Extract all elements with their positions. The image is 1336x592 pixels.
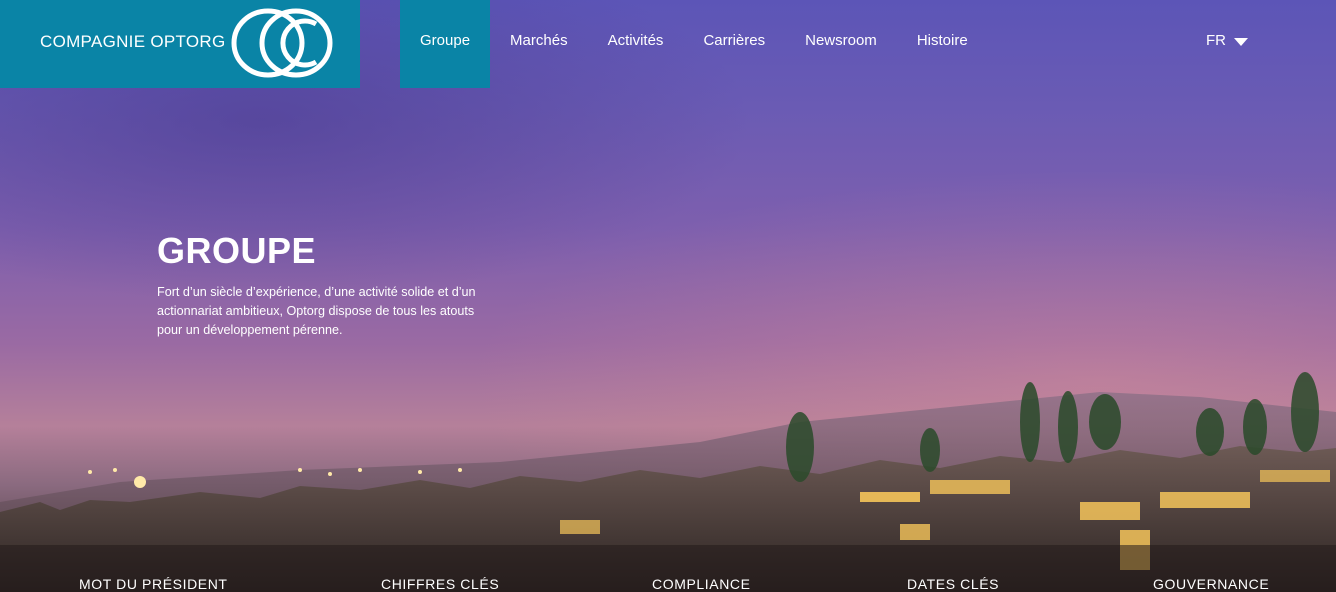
nav-item-groupe[interactable]: Groupe: [400, 0, 491, 88]
brand-name: COMPAGNIE OPTORG: [40, 32, 226, 51]
optorg-logo-icon: [231, 8, 333, 78]
subnav-item-gouvernance[interactable]: GOUVERNANCE: [1153, 576, 1269, 592]
chevron-down-icon: [1234, 37, 1248, 46]
nav-item-histoire[interactable]: Histoire: [897, 0, 988, 80]
nav-item-activites[interactable]: Activités: [588, 0, 684, 80]
page-title: GROUPE: [157, 230, 317, 271]
hero-description: Fort d’un siècle d’expérience, d’une act…: [157, 285, 476, 337]
section-subnav: MOT DU PRÉSIDENT CHIFFRES CLÉS COMPLIANC…: [0, 545, 1336, 592]
logo-block[interactable]: COMPAGNIE OPTORG: [0, 0, 360, 88]
nav-item-carrieres[interactable]: Carrières: [683, 0, 785, 80]
main-navigation: Groupe Marchés Activités Carrières Newsr…: [400, 0, 988, 88]
subnav-item-mot-du-president[interactable]: MOT DU PRÉSIDENT: [79, 576, 228, 592]
subnav-item-dates-cles[interactable]: DATES CLÉS: [907, 576, 999, 592]
language-selector[interactable]: FR: [1206, 32, 1248, 49]
nav-item-newsroom[interactable]: Newsroom: [785, 0, 897, 80]
nav-item-marches[interactable]: Marchés: [490, 0, 588, 80]
subnav-item-chiffres-cles[interactable]: CHIFFRES CLÉS: [381, 576, 499, 592]
subnav-item-compliance[interactable]: COMPLIANCE: [652, 576, 751, 592]
language-label: FR: [1206, 32, 1226, 49]
